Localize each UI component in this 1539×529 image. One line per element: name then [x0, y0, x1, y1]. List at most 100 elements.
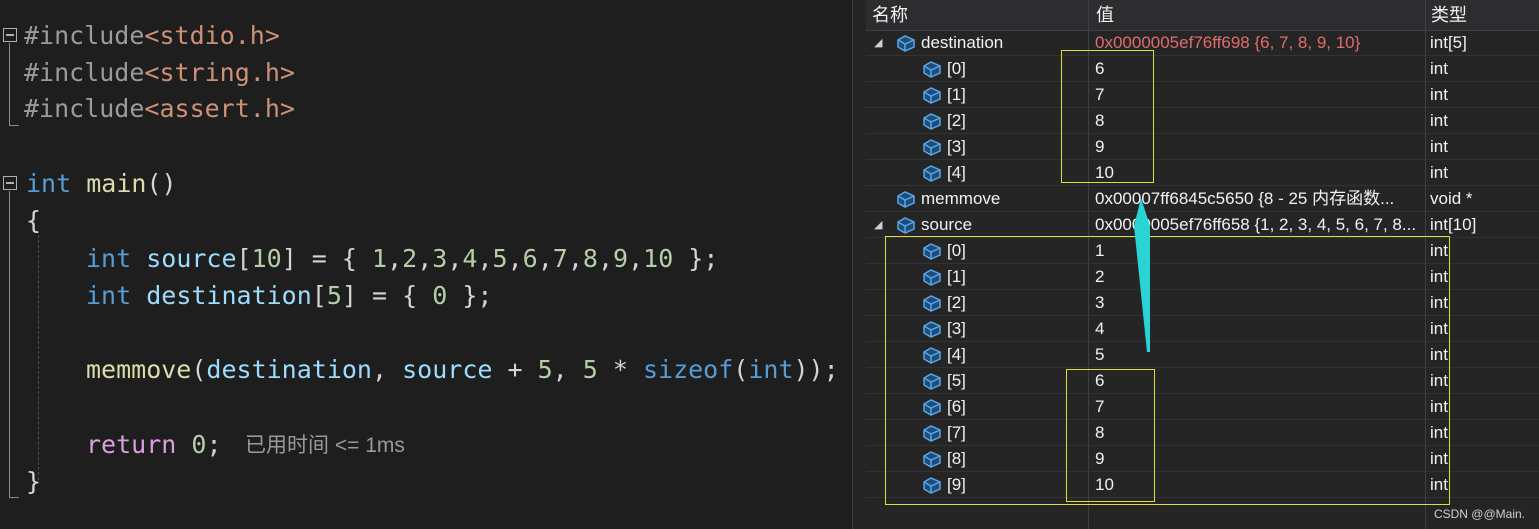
watch-value[interactable]: 8 [1095, 108, 1421, 134]
code-token: int [86, 281, 132, 310]
watch-type: int [1430, 371, 1448, 390]
watch-value[interactable]: 10 [1095, 160, 1421, 186]
column-header-type[interactable]: 类型 [1431, 0, 1467, 30]
watch-row[interactable]: [8] 9 int [866, 446, 1539, 472]
watch-row[interactable]: [6] 7 int [866, 394, 1539, 420]
expand-toggle-icon[interactable]: ◢ [874, 30, 882, 56]
watch-value[interactable]: 7 [1095, 82, 1421, 108]
watch-value[interactable]: 4 [1095, 316, 1421, 342]
watch-value[interactable]: 6 [1095, 56, 1421, 82]
watch-row[interactable]: memmove 0x00007ff6845c5650 {8 - 25 内存函数..… [866, 186, 1539, 212]
watch-row[interactable]: [1] 7 int [866, 82, 1539, 108]
watch-value[interactable]: 1 [1095, 238, 1421, 264]
watch-value[interactable]: 0x0000005ef76ff658 {1, 2, 3, 4, 5, 6, 7,… [1095, 212, 1421, 238]
include-stdio-line[interactable]: #include<stdio.h> [24, 18, 280, 54]
variable-icon [920, 164, 942, 182]
code-token: * [597, 355, 643, 384]
watch-row[interactable]: [0] 1 int [866, 238, 1539, 264]
watch-name: source [921, 215, 973, 234]
watch-name: [0] [947, 59, 966, 78]
column-header-value[interactable]: 值 [1096, 0, 1114, 30]
code-token: , [552, 355, 583, 384]
close-brace-line[interactable]: } [26, 464, 41, 500]
watch-row[interactable]: ◢ source 0x0000005ef76ff658 {1, 2, 3, 4, 5… [866, 212, 1539, 238]
code-token: <string.h> [144, 58, 295, 87]
code-token: 5 [582, 355, 598, 384]
collapse-includes-icon[interactable] [3, 28, 17, 42]
watch-row[interactable]: [7] 8 int [866, 420, 1539, 446]
code-token: int [748, 355, 794, 384]
watch-name: [2] [947, 293, 966, 312]
column-header-name[interactable]: 名称 [872, 0, 908, 30]
code-token: () [146, 169, 177, 198]
watch-name: [6] [947, 397, 966, 416]
watch-row[interactable]: [2] 8 int [866, 108, 1539, 134]
watch-type: int [1430, 163, 1448, 182]
code-token: 9 [613, 244, 629, 273]
watch-name: [3] [947, 137, 966, 156]
code-token: , [417, 244, 433, 273]
include-assert-line[interactable]: #include<assert.h> [24, 91, 295, 127]
code-token: [ [236, 244, 252, 273]
code-editor[interactable]: #include<stdio.h> #include<string.h> #incl… [0, 0, 852, 529]
code-token: 7 [552, 244, 568, 273]
watch-name: [3] [947, 319, 966, 338]
expand-toggle-icon[interactable]: ◢ [874, 212, 882, 238]
watch-value[interactable]: 0x00007ff6845c5650 {8 - 25 内存函数... [1095, 186, 1421, 212]
watch-row[interactable]: [4] 5 int [866, 342, 1539, 368]
watch-name: destination [921, 33, 1004, 52]
code-token: main [86, 169, 147, 198]
watch-value[interactable]: 3 [1095, 290, 1421, 316]
watch-value[interactable]: 0x0000005ef76ff698 {6, 7, 8, 9, 10} [1095, 30, 1421, 56]
watch-row[interactable]: [0] 6 int [866, 56, 1539, 82]
destination-decl-line[interactable]: int destination[5] = { 0 }; [86, 278, 492, 314]
watch-type: int[5] [1430, 33, 1467, 52]
pane-splitter[interactable] [852, 0, 866, 529]
watch-type: int [1430, 241, 1448, 260]
watch-row[interactable]: [9] 10 int [866, 472, 1539, 498]
watch-row[interactable]: [3] 4 int [866, 316, 1539, 342]
main-signature-line[interactable]: int main() [26, 166, 177, 202]
code-token: , [507, 244, 523, 273]
watch-type: int [1430, 423, 1448, 442]
watch-value[interactable]: 7 [1095, 394, 1421, 420]
code-token: int [26, 169, 72, 198]
code-token: }; [673, 244, 719, 273]
watch-name: [1] [947, 85, 966, 104]
include-string-line[interactable]: #include<string.h> [24, 55, 295, 91]
watch-value[interactable]: 8 [1095, 420, 1421, 446]
code-token: source [402, 355, 493, 384]
code-token: 10 [251, 244, 282, 273]
watch-row[interactable]: [4] 10 int [866, 160, 1539, 186]
watch-name: [5] [947, 371, 966, 390]
code-token: }; [447, 281, 493, 310]
code-token: , [447, 244, 463, 273]
watch-value[interactable]: 10 [1095, 472, 1421, 498]
memmove-call-line[interactable]: memmove(destination, source + 5, 5 * siz… [86, 352, 839, 388]
code-token: , [537, 244, 553, 273]
collapse-main-icon[interactable] [3, 176, 17, 190]
watch-name: [8] [947, 449, 966, 468]
watch-row[interactable]: ◢ destination 0x0000005ef76ff698 {6, 7, 8,… [866, 30, 1539, 56]
code-token: sizeof [642, 355, 734, 384]
watch-row[interactable]: [1] 2 int [866, 264, 1539, 290]
open-brace-line[interactable]: { [26, 203, 41, 239]
watch-row[interactable]: [3] 9 int [866, 134, 1539, 160]
watch-value[interactable]: 6 [1095, 368, 1421, 394]
variable-icon [920, 112, 942, 130]
variable-icon [920, 268, 942, 286]
return-line[interactable]: return 0; [86, 427, 222, 463]
variable-icon [920, 242, 942, 260]
watch-row[interactable]: [5] 6 int [866, 368, 1539, 394]
source-decl-line[interactable]: int source[10] = { 1,2,3,4,5,6,7,8,9,10 … [86, 241, 718, 277]
variable-icon [920, 86, 942, 104]
watch-value[interactable]: 2 [1095, 264, 1421, 290]
watch-value[interactable]: 9 [1095, 134, 1421, 160]
variable-icon [920, 424, 942, 442]
watch-row[interactable]: [2] 3 int [866, 290, 1539, 316]
watch-value[interactable]: 9 [1095, 446, 1421, 472]
watch-value[interactable]: 5 [1095, 342, 1421, 368]
watch-type: int [1430, 267, 1448, 286]
